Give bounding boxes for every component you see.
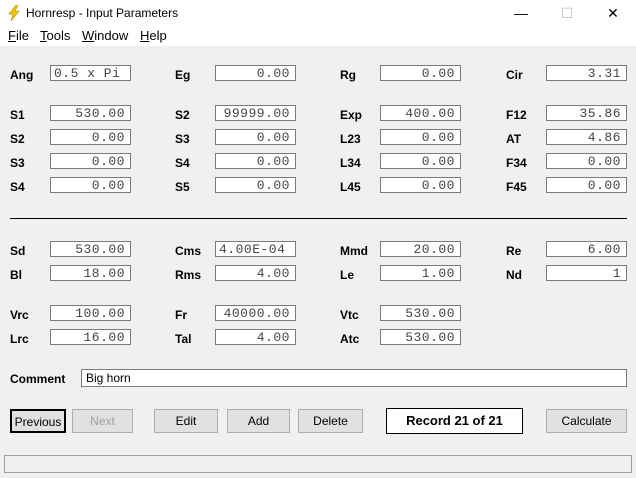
field-s3[interactable]: 0.00 — [50, 153, 131, 169]
field-fr[interactable]: 40000.00 — [215, 305, 296, 321]
field-atc[interactable]: 530.00 — [380, 329, 461, 345]
field-s4[interactable]: 0.00 — [50, 177, 131, 193]
field-nd[interactable]: 1 — [546, 265, 627, 281]
label-cir: Cir — [506, 68, 523, 82]
field-l23[interactable]: 0.00 — [380, 129, 461, 145]
field-f45[interactable]: 0.00 — [546, 177, 627, 193]
label-nd: Nd — [506, 268, 522, 282]
menu-tools[interactable]: Tools — [40, 28, 70, 43]
label-atc: Atc — [340, 332, 360, 346]
menu-help[interactable]: Help — [140, 28, 167, 43]
field-cms[interactable]: 4.00E-04 — [215, 241, 296, 257]
label-lrc: Lrc — [10, 332, 29, 346]
label-l45: L45 — [340, 180, 361, 194]
label-s1: S1 — [10, 108, 25, 122]
field-s4-col2[interactable]: 0.00 — [215, 153, 296, 169]
field-eg[interactable]: 0.00 — [215, 65, 296, 81]
label-mmd: Mmd — [340, 244, 368, 258]
window-title: Hornresp - Input Parameters — [26, 6, 179, 20]
label-l23: L23 — [340, 132, 361, 146]
label-re: Re — [506, 244, 522, 258]
field-f12[interactable]: 35.86 — [546, 105, 627, 121]
field-tal[interactable]: 4.00 — [215, 329, 296, 345]
field-l34[interactable]: 0.00 — [380, 153, 461, 169]
field-s5[interactable]: 0.00 — [215, 177, 296, 193]
label-rg: Rg — [340, 68, 356, 82]
menu-file[interactable]: File — [8, 28, 29, 43]
field-f34[interactable]: 0.00 — [546, 153, 627, 169]
label-s5: S5 — [175, 180, 190, 194]
field-s2[interactable]: 0.00 — [50, 129, 131, 145]
label-exp: Exp — [340, 108, 363, 122]
label-bl: Bl — [10, 268, 22, 282]
calculate-button[interactable]: Calculate — [546, 409, 627, 433]
next-button[interactable]: Next — [72, 409, 133, 433]
field-l45[interactable]: 0.00 — [380, 177, 461, 193]
label-f12: F12 — [506, 108, 527, 122]
field-cir[interactable]: 3.31 — [546, 65, 627, 81]
label-s3: S3 — [10, 156, 25, 170]
minimize-button[interactable]: — — [498, 0, 544, 27]
label-s4-col2: S4 — [175, 156, 190, 170]
field-vtc[interactable]: 530.00 — [380, 305, 461, 321]
status-bar — [4, 455, 632, 473]
field-s3-col2[interactable]: 0.00 — [215, 129, 296, 145]
menu-window[interactable]: Window — [82, 28, 128, 43]
field-re[interactable]: 6.00 — [546, 241, 627, 257]
label-vtc: Vtc — [340, 308, 359, 322]
comment-label: Comment — [10, 372, 66, 386]
field-s1[interactable]: 530.00 — [50, 105, 131, 121]
label-s3-col2: S3 — [175, 132, 190, 146]
comment-field[interactable]: Big horn — [81, 369, 627, 387]
field-rms[interactable]: 4.00 — [215, 265, 296, 281]
label-s2: S2 — [10, 132, 25, 146]
label-eg: Eg — [175, 68, 191, 82]
label-tal: Tal — [175, 332, 192, 346]
title-bar: Hornresp - Input Parameters — ☐ ✕ — [0, 0, 636, 27]
label-f45: F45 — [506, 180, 527, 194]
field-mmd[interactable]: 20.00 — [380, 241, 461, 257]
previous-button[interactable]: Previous — [10, 409, 66, 433]
label-rms: Rms — [175, 268, 202, 282]
field-sd[interactable]: 530.00 — [50, 241, 131, 257]
field-lrc[interactable]: 16.00 — [50, 329, 131, 345]
field-vrc[interactable]: 100.00 — [50, 305, 131, 321]
label-le: Le — [340, 268, 355, 282]
field-exp[interactable]: 400.00 — [380, 105, 461, 121]
label-fr: Fr — [175, 308, 187, 322]
label-at: AT — [506, 132, 522, 146]
field-le[interactable]: 1.00 — [380, 265, 461, 281]
label-l34: L34 — [340, 156, 361, 170]
delete-button[interactable]: Delete — [298, 409, 363, 433]
field-s2-col2[interactable]: 99999.00 — [215, 105, 296, 121]
field-ang[interactable]: 0.5 x Pi — [50, 65, 131, 81]
menu-bar: File Tools Window Help — [0, 27, 636, 46]
label-ang: Ang — [10, 68, 34, 82]
record-indicator: Record 21 of 21 — [386, 408, 523, 434]
add-button[interactable]: Add — [227, 409, 290, 433]
maximize-button[interactable]: ☐ — [544, 0, 590, 27]
label-cms: Cms — [175, 244, 202, 258]
field-bl[interactable]: 18.00 — [50, 265, 131, 281]
label-sd: Sd — [10, 244, 26, 258]
lightning-bolt-icon — [8, 5, 20, 21]
label-s4: S4 — [10, 180, 25, 194]
field-at[interactable]: 4.86 — [546, 129, 627, 145]
field-rg[interactable]: 0.00 — [380, 65, 461, 81]
label-vrc: Vrc — [10, 308, 29, 322]
edit-button[interactable]: Edit — [154, 409, 218, 433]
section-divider — [10, 218, 627, 219]
label-s2-col2: S2 — [175, 108, 190, 122]
close-button[interactable]: ✕ — [590, 0, 636, 27]
label-f34: F34 — [506, 156, 527, 170]
